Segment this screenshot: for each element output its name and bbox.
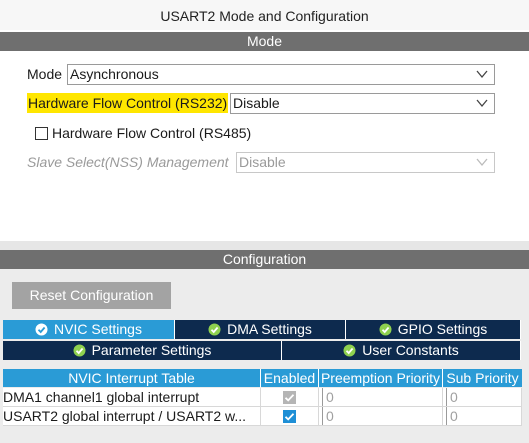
hw-flow-rs485-label: Hardware Flow Control (RS485) — [52, 125, 252, 141]
preemption-priority-cell[interactable]: 0 — [319, 388, 443, 407]
preemption-priority-cell[interactable]: 0 — [319, 407, 443, 426]
chevron-down-icon — [476, 157, 488, 167]
reset-configuration-button[interactable]: Reset Configuration — [12, 282, 171, 309]
hw-flow-rs232-value: Disable — [233, 95, 280, 111]
tab-label: User Constants — [362, 342, 459, 358]
hw-flow-rs485-checkbox[interactable] — [35, 127, 48, 140]
table-row[interactable]: USART2 global interrupt / USART2 w... 0 … — [3, 407, 522, 426]
tab-label: GPIO Settings — [397, 321, 488, 337]
cell-edit-border — [446, 388, 447, 406]
check-circle-icon — [35, 323, 48, 336]
interrupt-name: USART2 global interrupt / USART2 w... — [3, 407, 261, 426]
sub-priority-cell[interactable]: 0 — [443, 407, 522, 426]
column-header-enabled[interactable]: Enabled — [261, 369, 319, 387]
sub-priority-value: 0 — [450, 389, 458, 405]
preemption-value: 0 — [326, 408, 334, 424]
tab-user-constants[interactable]: User Constants — [282, 341, 521, 360]
tab-label: Parameter Settings — [91, 342, 212, 358]
column-header-sub-priority[interactable]: Sub Priority — [443, 369, 522, 387]
tab-gpio-settings[interactable]: GPIO Settings — [346, 320, 521, 339]
check-circle-icon — [343, 344, 356, 357]
table-row[interactable]: DMA1 channel1 global interrupt 0 0 — [3, 388, 522, 407]
mode-select-value: Asynchronous — [70, 66, 159, 82]
section-divider — [0, 241, 529, 250]
check-circle-icon — [73, 344, 86, 357]
tab-dma-settings[interactable]: DMA Settings — [175, 320, 346, 339]
check-circle-icon — [208, 323, 221, 336]
slave-select-select[interactable]: Disable — [236, 152, 495, 173]
sub-priority-cell[interactable]: 0 — [443, 388, 522, 407]
cell-edit-border — [322, 407, 323, 425]
cell-edit-border — [446, 407, 447, 425]
chevron-down-icon — [476, 69, 488, 79]
cell-edit-border — [322, 388, 323, 406]
window-title: USART2 Mode and Configuration — [0, 0, 529, 30]
slave-select-value: Disable — [239, 154, 286, 170]
sub-priority-value: 0 — [450, 408, 458, 424]
hw-flow-rs232-label: Hardware Flow Control (RS232) — [27, 93, 229, 113]
enabled-cell — [261, 388, 319, 407]
mode-select[interactable]: Asynchronous — [67, 64, 495, 85]
slave-select-label: Slave Select(NSS) Management — [27, 154, 229, 170]
preemption-value: 0 — [326, 389, 334, 405]
column-header-preemption[interactable]: Preemption Priority — [319, 369, 443, 387]
enabled-checkbox[interactable] — [283, 410, 296, 423]
enabled-cell — [261, 407, 319, 426]
chevron-down-icon — [476, 98, 488, 108]
tab-label: DMA Settings — [227, 321, 312, 337]
mode-section-header: Mode — [0, 32, 529, 51]
interrupt-name: DMA1 channel1 global interrupt — [3, 388, 261, 407]
tab-nvic-settings[interactable]: NVIC Settings — [3, 320, 175, 339]
check-circle-icon — [379, 323, 392, 336]
configuration-section-header: Configuration — [0, 250, 529, 269]
mode-panel: Mode Asynchronous Hardware Flow Control … — [0, 51, 529, 241]
hw-flow-rs232-select[interactable]: Disable — [230, 93, 495, 114]
mode-label: Mode — [27, 66, 63, 82]
tab-parameter-settings[interactable]: Parameter Settings — [3, 341, 282, 360]
tab-label: NVIC Settings — [54, 321, 142, 337]
enabled-checkbox — [283, 391, 296, 404]
column-header-interrupt[interactable]: NVIC Interrupt Table — [3, 369, 261, 387]
